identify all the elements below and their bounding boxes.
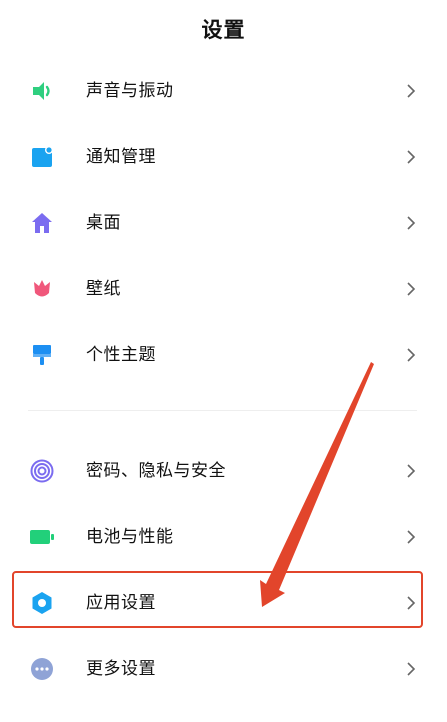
settings-item-label: 壁纸 (86, 279, 121, 299)
chevron-right-icon (407, 150, 416, 164)
settings-item-battery[interactable]: 电池与性能 (0, 504, 447, 570)
section-divider (28, 410, 417, 411)
chevron-right-icon (407, 348, 416, 362)
chevron-right-icon (407, 662, 416, 676)
chevron-right-icon (407, 84, 416, 98)
settings-item-privacy[interactable]: 密码、隐私与安全 (0, 438, 447, 504)
speaker-icon (33, 82, 50, 100)
chevron-right-icon (407, 282, 416, 296)
more-dots-icon (31, 658, 53, 680)
settings-item-label: 桌面 (86, 213, 121, 233)
settings-item-label: 个性主题 (86, 345, 156, 365)
settings-item-sound[interactable]: 声音与振动 (0, 58, 447, 124)
settings-item-label: 密码、隐私与安全 (86, 461, 226, 481)
highlight-box (12, 571, 423, 628)
chevron-right-icon (407, 464, 416, 478)
settings-item-themes[interactable]: 个性主题 (0, 322, 447, 388)
battery-icon (30, 530, 54, 544)
settings-item-more[interactable]: 更多设置 (0, 636, 447, 702)
settings-item-label: 更多设置 (86, 659, 156, 679)
settings-item-label: 通知管理 (86, 147, 156, 167)
settings-item-label: 声音与振动 (86, 81, 174, 101)
paint-brush-icon (33, 345, 51, 365)
chevron-right-icon (407, 216, 416, 230)
settings-item-notifications[interactable]: 通知管理 (0, 124, 447, 190)
settings-item-desktop[interactable]: 桌面 (0, 190, 447, 256)
home-icon (32, 213, 52, 233)
settings-item-label: 电池与性能 (86, 527, 174, 547)
notification-icon (32, 146, 53, 167)
chevron-right-icon (407, 530, 416, 544)
page-title: 设置 (201, 18, 246, 42)
tulip-icon (34, 280, 50, 297)
settings-item-wallpaper[interactable]: 壁纸 (0, 256, 447, 322)
fingerprint-icon (30, 459, 54, 483)
